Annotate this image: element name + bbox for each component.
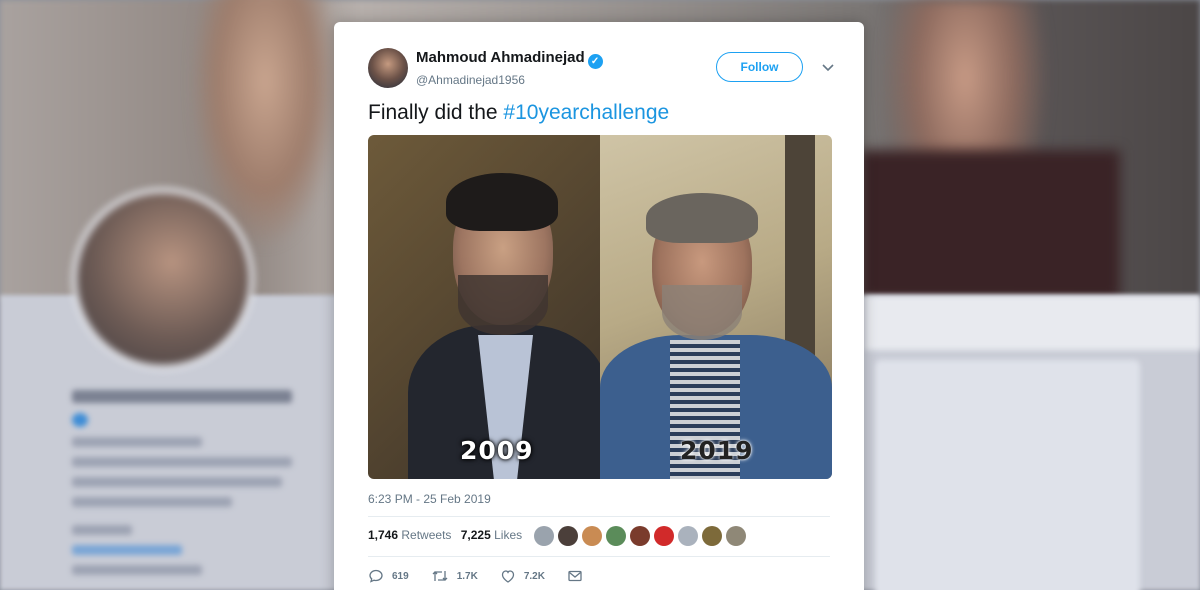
reply-icon: [369, 569, 383, 583]
retweets-label: Retweets: [401, 528, 452, 542]
avatar[interactable]: [558, 526, 578, 546]
heart-icon: [501, 570, 514, 583]
avatar[interactable]: [702, 526, 722, 546]
reply-button[interactable]: 619: [368, 568, 409, 584]
handle[interactable]: @Ahmadinejad1956: [416, 73, 603, 87]
tweet-actions: 619 1.7K 7.2K: [368, 568, 613, 584]
background-follow-bar: [865, 296, 1200, 350]
photo-year-label: 2009: [460, 436, 534, 465]
photo-2009[interactable]: 2009: [368, 135, 600, 479]
follow-button[interactable]: Follow: [716, 52, 803, 82]
verified-badge-icon: ✓: [587, 54, 603, 69]
author-block: Mahmoud Ahmadinejad ✓ @Ahmadinejad1956: [416, 49, 603, 87]
divider: [368, 516, 830, 517]
avatar[interactable]: [630, 526, 650, 546]
tweet-stats: 1,746 Retweets 7,225 Likes: [368, 528, 528, 542]
background-avatar: [72, 188, 254, 370]
avatar[interactable]: [678, 526, 698, 546]
hashtag-link[interactable]: #10yearchallenge: [503, 101, 669, 124]
background-shirt: [860, 150, 1120, 300]
like-button[interactable]: 7.2K: [500, 568, 545, 584]
tweet-header: Mahmoud Ahmadinejad ✓ @Ahmadinejad1956 Fo…: [368, 48, 838, 92]
retweet-count: 1.7K: [456, 570, 478, 582]
background-profile-info: [72, 390, 302, 585]
tweet-text-prefix: Finally did the: [368, 101, 504, 124]
avatar[interactable]: [606, 526, 626, 546]
display-name[interactable]: Mahmoud Ahmadinejad: [416, 49, 585, 66]
tweet-text: Finally did the #10yearchallenge: [368, 101, 669, 125]
avatar[interactable]: [654, 526, 674, 546]
retweet-icon: [432, 571, 448, 581]
retweets-stat[interactable]: 1,746 Retweets: [368, 528, 451, 542]
envelope-icon: [568, 570, 582, 582]
avatar[interactable]: [582, 526, 602, 546]
tweet-card: Mahmoud Ahmadinejad ✓ @Ahmadinejad1956 Fo…: [334, 22, 864, 590]
chevron-down-icon[interactable]: [819, 58, 837, 76]
likes-label: Likes: [494, 528, 523, 542]
avatar[interactable]: [534, 526, 554, 546]
likers-avatars: [534, 526, 750, 546]
tweet-media[interactable]: 2009 2019: [368, 135, 832, 479]
like-count: 7.2K: [523, 570, 545, 582]
avatar[interactable]: [726, 526, 746, 546]
timestamp[interactable]: 6:23 PM - 25 Feb 2019: [368, 492, 491, 506]
avatar[interactable]: [368, 48, 408, 88]
direct-message-button[interactable]: [567, 568, 591, 584]
reply-count: 619: [392, 570, 409, 582]
photo-2019[interactable]: 2019: [600, 135, 832, 479]
likes-count: 7,225: [460, 528, 491, 542]
retweet-button[interactable]: 1.7K: [431, 568, 478, 584]
likes-stat[interactable]: 7,225 Likes: [461, 528, 522, 542]
retweets-count: 1,746: [368, 528, 399, 542]
background-who-to-follow: [875, 360, 1140, 590]
photo-year-label: 2019: [680, 436, 754, 465]
divider: [368, 556, 830, 557]
